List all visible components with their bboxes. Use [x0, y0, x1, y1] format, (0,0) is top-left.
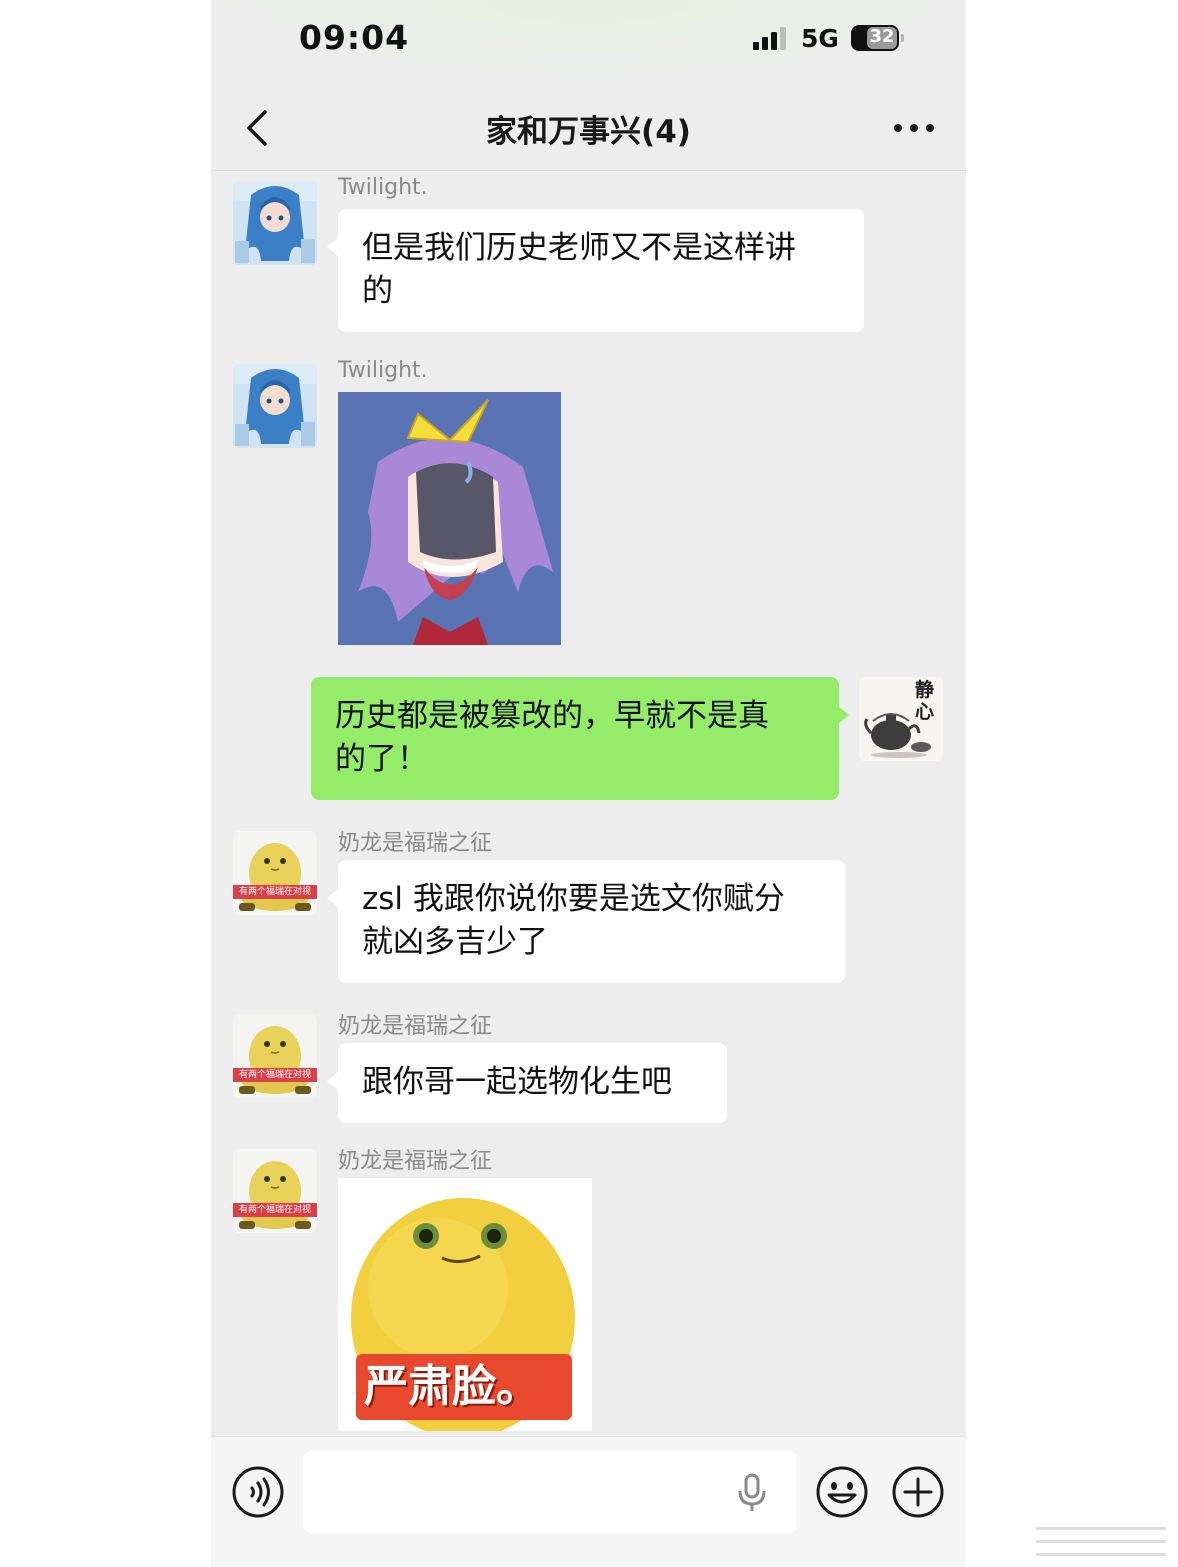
- yellow-frog-avatar: [233, 1014, 317, 1098]
- avatar-nailong[interactable]: 有两个福瑞在对视: [233, 831, 317, 915]
- phone-screen: 09:04 5G 32 家和万事兴(4) Twilight. 但是我们历史老师又…: [211, 0, 966, 1567]
- battery-icon: 32: [851, 25, 904, 51]
- message-bubble[interactable]: 跟你哥一起选物化生吧: [338, 1043, 727, 1123]
- avatar-twilight[interactable]: [233, 364, 317, 448]
- plus-icon[interactable]: [891, 1465, 945, 1519]
- yellow-frog-avatar: [233, 1149, 317, 1233]
- message-input[interactable]: [303, 1451, 797, 1533]
- message-bubble-self[interactable]: 历史都是被篡改的，早就不是真 的了！: [311, 677, 839, 800]
- avatar-badge: 有两个福瑞在对视: [238, 887, 311, 897]
- signal-icon: [753, 26, 789, 50]
- avatar-badge: 有两个福瑞在对视: [238, 1070, 311, 1080]
- sender-name: Twilight.: [338, 175, 428, 200]
- message-bubble[interactable]: 但是我们历史老师又不是这样讲 的: [338, 209, 864, 332]
- avatar-nailong[interactable]: 有两个福瑞在对视: [233, 1149, 317, 1233]
- sender-name: 奶龙是福瑞之征: [338, 831, 493, 856]
- message-text-line: zsl 我跟你说你要是选文你赋分: [362, 881, 785, 917]
- message-text-line: 的: [362, 273, 393, 309]
- purple-hair-anime-girl-shocked-sticker: [338, 392, 561, 645]
- chat-title: 家和万事兴(4): [486, 114, 691, 150]
- watermark: [1036, 1540, 1166, 1543]
- anime-girl-blue-hair-avatar: [233, 364, 317, 448]
- sender-name: 奶龙是福瑞之征: [338, 1014, 493, 1039]
- chat-header: 家和万事兴(4): [211, 84, 966, 171]
- sender-name: Twilight.: [338, 358, 428, 383]
- sticker-message[interactable]: [338, 392, 561, 645]
- microphone-icon[interactable]: [735, 1473, 769, 1513]
- avatar-twilight[interactable]: [233, 181, 317, 265]
- sticker-message[interactable]: 严肃脸。: [338, 1178, 592, 1431]
- message-text-line: 但是我们历史老师又不是这样讲: [362, 230, 796, 266]
- message-text-line: 跟你哥一起选物化生吧: [362, 1064, 672, 1100]
- avatar-badge: 有两个福瑞在对视: [238, 1205, 311, 1215]
- avatar-nailong[interactable]: 有两个福瑞在对视: [233, 1014, 317, 1098]
- status-time: 09:04: [299, 18, 410, 57]
- sender-name: 奶龙是福瑞之征: [338, 1149, 493, 1174]
- message-text-line: 历史都是被篡改的，早就不是真: [335, 698, 769, 734]
- avatar-calligraphy: 静心: [915, 679, 935, 723]
- message-bubble[interactable]: zsl 我跟你说你要是选文你赋分 就凶多吉少了: [338, 860, 845, 983]
- yellow-frog-avatar: [233, 831, 317, 915]
- more-icon[interactable]: [892, 106, 936, 150]
- status-bar: 09:04 5G 32: [211, 0, 966, 80]
- input-bar: [211, 1436, 966, 1567]
- voice-icon[interactable]: [231, 1465, 285, 1519]
- battery-level: 32: [869, 26, 895, 47]
- message-text-line: 就凶多吉少了: [362, 924, 548, 960]
- network-type: 5G: [801, 24, 839, 53]
- message-text-line: 的了！: [335, 741, 428, 777]
- sticker-caption: 严肃脸。: [364, 1361, 540, 1412]
- emoji-icon[interactable]: [815, 1465, 869, 1519]
- anime-girl-blue-hair-avatar: [233, 181, 317, 265]
- watermark: [1036, 1553, 1166, 1556]
- avatar-self[interactable]: 静心: [859, 677, 943, 761]
- watermark: [1036, 1527, 1166, 1530]
